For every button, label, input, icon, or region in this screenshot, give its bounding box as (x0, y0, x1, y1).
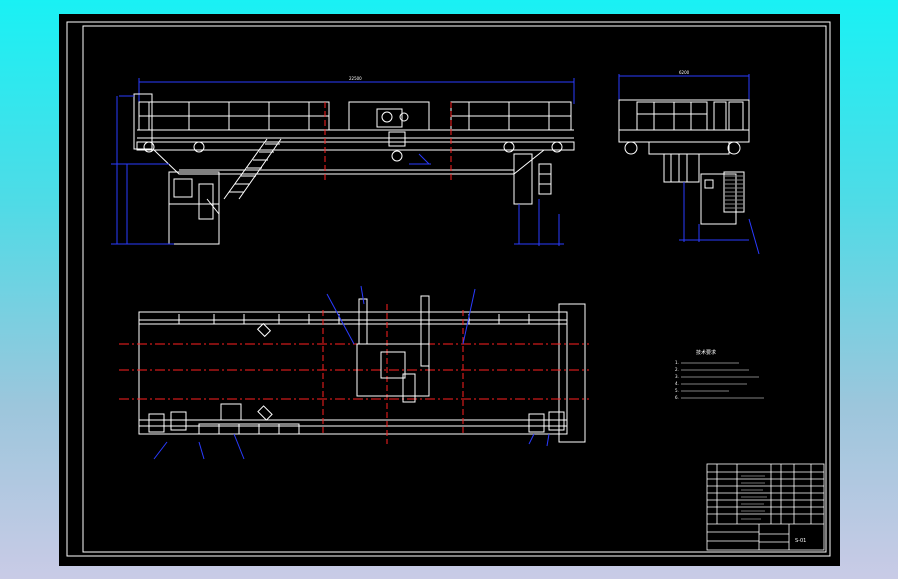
note-item: 5. (675, 388, 679, 393)
plan-view (119, 285, 589, 460)
note-item: 4. (675, 381, 679, 386)
drawing-sheet: 22500 6200 技术要求 1. 2. 3. 4. 5. 6. S-01 (59, 14, 840, 566)
front-elevation-view (111, 78, 575, 246)
technical-notes: 技术要求 1. 2. 3. 4. 5. 6. (675, 349, 764, 400)
side-elevation-view (618, 74, 760, 255)
note-item: 3. (675, 374, 679, 379)
drawing-number: S-01 (795, 538, 806, 544)
side-width-dimension: 6200 (679, 70, 690, 75)
front-span-dimension: 22500 (349, 76, 362, 81)
inner-frame (82, 25, 827, 553)
note-item: 1. (675, 360, 679, 365)
note-item: 6. (675, 395, 679, 400)
notes-heading: 技术要求 (696, 349, 716, 356)
note-item: 2. (675, 367, 679, 372)
title-block (706, 463, 825, 551)
cad-drawing: 22500 6200 技术要求 1. 2. 3. 4. 5. 6. S-01 (66, 21, 831, 557)
